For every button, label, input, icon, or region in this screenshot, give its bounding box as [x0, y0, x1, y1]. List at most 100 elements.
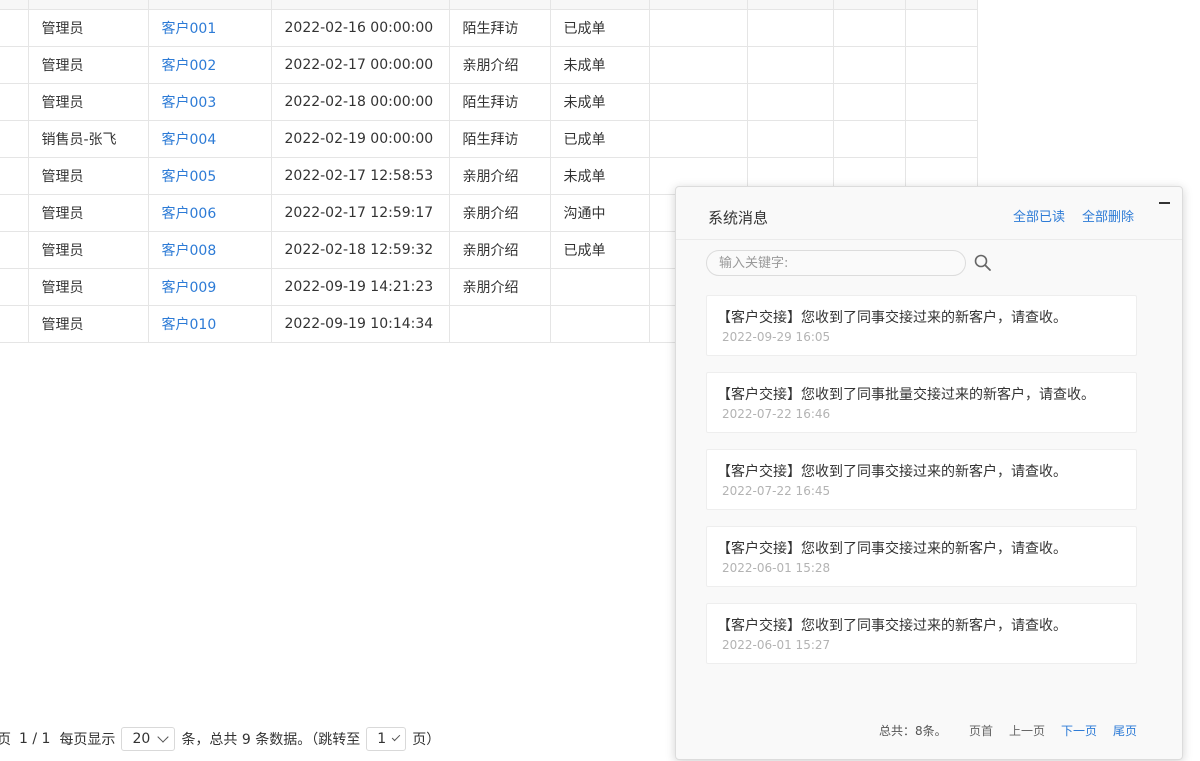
cell-status: 已成单: [549, 120, 650, 158]
page-info: 1 / 1: [19, 731, 51, 747]
cell-source: 陌生拜访: [448, 120, 551, 158]
cell-owner: 销售员-张飞: [27, 120, 149, 158]
cell-empty: [904, 9, 978, 47]
cell-time: 2022-02-19 00:00:00: [270, 120, 450, 158]
jump-page-value: 1: [377, 731, 387, 747]
message-item[interactable]: 【客户交接】您收到了同事交接过来的新客户，请查收。 2022-06-01 15:…: [706, 526, 1137, 587]
cell-empty: [832, 9, 906, 47]
cell-source: [448, 305, 551, 343]
cell-empty: [648, 83, 748, 121]
minimize-icon[interactable]: [1159, 195, 1171, 207]
cell-source: 亲朋介绍: [448, 46, 551, 84]
cell-empty: [746, 83, 834, 121]
cell-owner: 管理员: [27, 9, 149, 47]
delete-all-link[interactable]: 全部删除: [1082, 206, 1134, 225]
cell-owner: 管理员: [27, 194, 149, 232]
jump-page-select[interactable]: 1: [366, 727, 407, 751]
message-time: 2022-06-01 15:28: [722, 561, 831, 575]
first-page-link[interactable]: 页首: [969, 722, 993, 739]
cell-source: 亲朋介绍: [448, 157, 551, 195]
next-page-link[interactable]: 下一页: [1061, 722, 1097, 739]
cell-empty: [904, 46, 978, 84]
cell-empty: [904, 83, 978, 121]
row-edge-cell: [0, 83, 29, 121]
cell-customer[interactable]: 客户004: [147, 120, 272, 158]
cell-source: 亲朋介绍: [448, 268, 551, 306]
cell-time: 2022-02-17 12:58:53: [270, 157, 450, 195]
row-edge-cell: [0, 305, 29, 343]
search-icon[interactable]: [973, 253, 993, 273]
cell-time: 2022-09-19 14:21:23: [270, 268, 450, 306]
cell-time: 2022-02-17 12:59:17: [270, 194, 450, 232]
cell-status: 已成单: [549, 231, 650, 269]
chevron-down-icon: [391, 732, 401, 742]
cell-status: 未成单: [549, 157, 650, 195]
row-edge-cell: [0, 194, 29, 232]
message-time: 2022-06-01 15:27: [722, 638, 831, 652]
message-item[interactable]: 【客户交接】您收到了同事批量交接过来的新客户，请查收。 2022-07-22 1…: [706, 372, 1137, 433]
chevron-down-icon: [157, 731, 170, 743]
per-page-value: 20: [132, 731, 151, 747]
cell-customer[interactable]: 客户005: [147, 157, 272, 195]
message-item[interactable]: 【客户交接】您收到了同事交接过来的新客户，请查收。 2022-09-29 16:…: [706, 295, 1137, 356]
cell-time: 2022-02-18 00:00:00: [270, 83, 450, 121]
system-message-panel: 系统消息 全部已读 全部删除 【客户交接】您收到了同事交接过来的新客户，请查收。…: [675, 186, 1183, 760]
table-row: 管理员 客户003 2022-02-18 00:00:00 陌生拜访 未成单: [0, 83, 978, 121]
message-item[interactable]: 【客户交接】您收到了同事交接过来的新客户，请查收。 2022-06-01 15:…: [706, 603, 1137, 664]
last-page-link[interactable]: 尾页: [1113, 722, 1137, 739]
cell-customer[interactable]: 客户006: [147, 194, 272, 232]
cell-empty: [832, 120, 906, 158]
cell-time: 2022-02-16 00:00:00: [270, 9, 450, 47]
row-edge-cell: [0, 231, 29, 269]
page-suffix: 页）: [412, 732, 441, 748]
message-text: 【客户交接】您收到了同事交接过来的新客户，请查收。: [717, 310, 1067, 326]
message-time: 2022-07-22 16:45: [722, 484, 831, 498]
row-edge-cell: [0, 9, 29, 47]
cell-owner: 管理员: [27, 83, 149, 121]
cell-status: [549, 305, 650, 343]
cell-status: 未成单: [549, 46, 650, 84]
panel-title: 系统消息: [708, 209, 769, 227]
cell-time: 2022-02-17 00:00:00: [270, 46, 450, 84]
message-total: 总共：8条。: [879, 724, 947, 738]
cell-customer[interactable]: 客户001: [147, 9, 272, 47]
message-time: 2022-07-22 16:46: [722, 407, 831, 421]
row-edge-cell: [0, 157, 29, 195]
cell-time: 2022-02-18 12:59:32: [270, 231, 450, 269]
pagination-summary: 条，总共 9 条数据。（跳转至: [181, 732, 361, 748]
cell-empty: [746, 120, 834, 158]
cell-customer[interactable]: 客户003: [147, 83, 272, 121]
table-row: 管理员 客户001 2022-02-16 00:00:00 陌生拜访 已成单: [0, 9, 978, 47]
table-header-row: [0, 0, 978, 10]
cell-customer[interactable]: 客户008: [147, 231, 272, 269]
cell-empty: [746, 9, 834, 47]
panel-header: 系统消息 全部已读 全部删除: [676, 187, 1182, 240]
cell-owner: 管理员: [27, 46, 149, 84]
cell-empty: [648, 9, 748, 47]
mark-all-read-link[interactable]: 全部已读: [1013, 206, 1065, 225]
cell-source: 亲朋介绍: [448, 231, 551, 269]
cell-time: 2022-09-19 10:14:34: [270, 305, 450, 343]
cell-customer[interactable]: 客户010: [147, 305, 272, 343]
cell-owner: 管理员: [27, 268, 149, 306]
cell-empty: [832, 83, 906, 121]
cell-source: 陌生拜访: [448, 83, 551, 121]
row-edge-cell: [0, 268, 29, 306]
cell-owner: 管理员: [27, 157, 149, 195]
cell-customer[interactable]: 客户002: [147, 46, 272, 84]
message-text: 【客户交接】您收到了同事交接过来的新客户，请查收。: [717, 464, 1067, 480]
message-text: 【客户交接】您收到了同事交接过来的新客户，请查收。: [717, 541, 1067, 557]
cell-status: 未成单: [549, 83, 650, 121]
cell-customer[interactable]: 客户009: [147, 268, 272, 306]
cell-empty: [746, 46, 834, 84]
per-page-select[interactable]: 20: [121, 727, 176, 751]
search-input[interactable]: [706, 250, 966, 276]
cell-status: [549, 268, 650, 306]
message-item[interactable]: 【客户交接】您收到了同事交接过来的新客户，请查收。 2022-07-22 16:…: [706, 449, 1137, 510]
cell-empty: [904, 120, 978, 158]
cell-source: 亲朋介绍: [448, 194, 551, 232]
per-page-label: 每页显示: [59, 732, 116, 748]
prev-page-link[interactable]: 上一页: [1009, 722, 1045, 739]
cell-status: 已成单: [549, 9, 650, 47]
cell-empty: [832, 46, 906, 84]
